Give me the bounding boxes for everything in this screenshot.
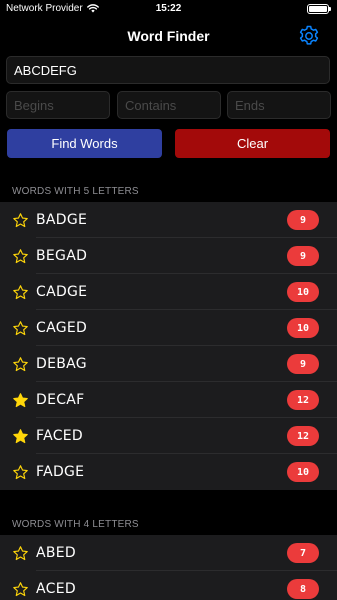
ends-input[interactable]	[227, 91, 331, 119]
clear-button[interactable]: Clear	[175, 129, 330, 158]
word-text: BADGE	[36, 212, 88, 228]
score-badge: 9	[287, 354, 319, 374]
score-badge: 8	[287, 579, 319, 599]
score-badge: 12	[287, 426, 319, 446]
contains-input[interactable]	[117, 91, 221, 119]
word-list-5-letters: BADGE 9 BEGAD 9 CADGE 10 CAGED 10 DEBAG …	[0, 202, 337, 490]
gear-icon[interactable]	[297, 24, 321, 48]
word-text: CAGED	[36, 320, 88, 336]
word-row[interactable]: CADGE 10	[0, 274, 337, 310]
star-icon[interactable]	[12, 320, 29, 337]
star-icon[interactable]	[12, 212, 29, 229]
word-text: ACED	[36, 581, 76, 597]
begins-input[interactable]	[6, 91, 110, 119]
star-icon[interactable]	[12, 428, 29, 445]
word-text: FACED	[36, 428, 83, 444]
star-icon[interactable]	[12, 392, 29, 409]
star-icon[interactable]	[12, 464, 29, 481]
word-row[interactable]: DEBAG 9	[0, 346, 337, 382]
star-icon[interactable]	[12, 248, 29, 265]
score-badge: 10	[287, 318, 319, 338]
battery-fill	[309, 6, 327, 12]
word-text: DECAF	[36, 392, 85, 408]
word-row[interactable]: ACED 8	[0, 571, 337, 600]
battery-icon	[307, 4, 331, 14]
star-icon[interactable]	[12, 284, 29, 301]
word-row[interactable]: BADGE 9	[0, 202, 337, 238]
status-bar: Network Provider 15:22	[0, 0, 337, 18]
word-text: FADGE	[36, 464, 85, 480]
star-icon[interactable]	[12, 581, 29, 598]
score-badge: 10	[287, 462, 319, 482]
word-row[interactable]: BEGAD 9	[0, 238, 337, 274]
nav-bar: Word Finder	[0, 18, 337, 54]
status-time: 15:22	[155, 3, 182, 14]
word-text: ABED	[36, 545, 77, 561]
word-row[interactable]: CAGED 10	[0, 310, 337, 346]
score-badge: 9	[287, 246, 319, 266]
word-row[interactable]: ABED 7	[0, 535, 337, 571]
word-text: CADGE	[36, 284, 88, 300]
score-badge: 10	[287, 282, 319, 302]
star-icon[interactable]	[12, 356, 29, 373]
word-list-4-letters: ABED 7 ACED 8	[0, 535, 337, 600]
letters-input[interactable]	[6, 56, 330, 84]
score-badge: 12	[287, 390, 319, 410]
page-title: Word Finder	[127, 28, 210, 44]
score-badge: 7	[287, 543, 319, 563]
section-header-4-letters: WORDS WITH 4 LETTERS	[12, 519, 139, 530]
find-words-button[interactable]: Find Words	[7, 129, 162, 158]
section-header-5-letters: WORDS WITH 5 LETTERS	[12, 186, 139, 197]
word-text: BEGAD	[36, 248, 88, 264]
word-row[interactable]: FACED 12	[0, 418, 337, 454]
word-row[interactable]: FADGE 10	[0, 454, 337, 490]
score-badge: 9	[287, 210, 319, 230]
star-icon[interactable]	[12, 545, 29, 562]
word-row[interactable]: DECAF 12	[0, 382, 337, 418]
word-text: DEBAG	[36, 356, 87, 372]
